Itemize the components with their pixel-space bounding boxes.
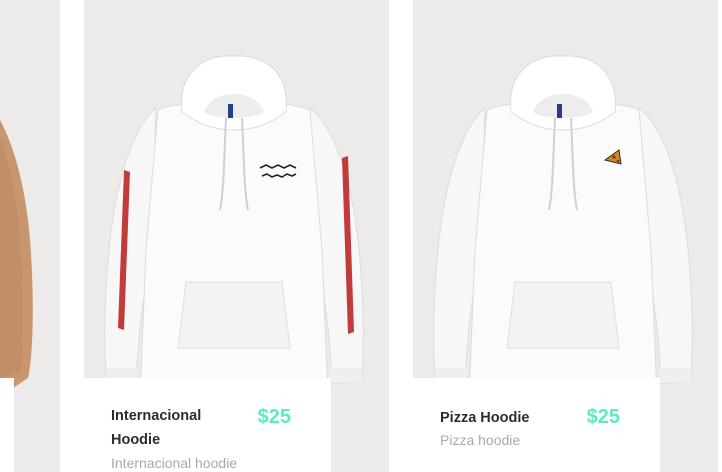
product-card-pizza-hoodie[interactable]: Pizza Hoodie $25 Pizza hoodie xyxy=(413,0,718,472)
product-card-sweater[interactable] xyxy=(0,0,60,472)
product-name[interactable]: Internacional Hoodie xyxy=(111,404,241,452)
product-info-panel: Internacional Hoodie $25 Internacional h… xyxy=(84,378,331,472)
product-subtitle: Pizza hoodie xyxy=(440,432,521,448)
sweater-image xyxy=(0,120,33,472)
product-info-panel: Pizza Hoodie $25 Pizza hoodie xyxy=(413,378,660,472)
product-price: $25 xyxy=(257,406,291,428)
product-name[interactable]: Pizza Hoodie xyxy=(440,406,570,430)
product-price: $25 xyxy=(586,406,620,428)
product-subtitle: Internacional hoodie xyxy=(111,455,238,471)
product-card-internacional-hoodie[interactable]: Internacional Hoodie $25 Internacional h… xyxy=(84,0,389,472)
